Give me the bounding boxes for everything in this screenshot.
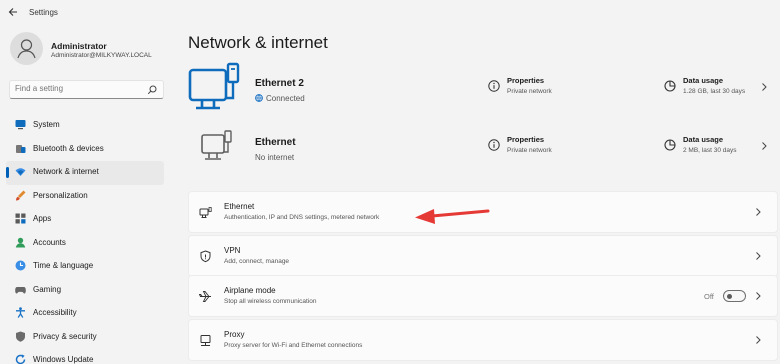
setting-airplane-mode[interactable]: Airplane mode Stop all wireless communic… [188, 275, 778, 317]
chevron-right-icon [756, 336, 761, 344]
app-title: Settings [29, 8, 58, 17]
setting-subtitle: Stop all wireless communication [224, 298, 317, 305]
ethernet-icon [199, 207, 212, 218]
sidebar-nav: System Bluetooth & devices Network & int… [6, 114, 164, 364]
back-arrow-icon[interactable] [7, 6, 19, 18]
person-icon [17, 39, 36, 59]
data-usage-sub: 2 MB, last 30 days [683, 147, 737, 154]
sidebar-item-label: Apps [33, 214, 52, 223]
update-icon [15, 354, 26, 364]
monitor-icon [15, 120, 26, 130]
sidebar-item-label: Personalization [33, 190, 88, 200]
sidebar-item-windows-update[interactable]: Windows Update [6, 349, 164, 364]
shield-icon [16, 331, 25, 342]
brush-icon [16, 190, 26, 200]
sidebar-item-time-language[interactable]: Time & language [6, 255, 164, 279]
toggle-knob [727, 293, 732, 299]
airplane-mode-toggle[interactable] [723, 290, 746, 302]
sidebar-item-label: Accessibility [33, 308, 77, 317]
ethernet-adapter-icon [201, 130, 232, 160]
sidebar-item-label: System [33, 120, 60, 129]
info-icon [488, 139, 500, 151]
avatar [10, 32, 43, 65]
chevron-right-icon [762, 83, 767, 91]
search-box[interactable] [9, 80, 164, 99]
ethernet-adapter-icon [188, 62, 240, 110]
sidebar-item-label: Privacy & security [33, 331, 97, 341]
sidebar-item-accessibility[interactable]: Accessibility [6, 302, 164, 326]
sidebar-item-bluetooth[interactable]: Bluetooth & devices [6, 138, 164, 162]
sidebar-item-network[interactable]: Network & internet [6, 161, 164, 185]
bluetooth-icon [16, 144, 26, 153]
title-bar: Settings [0, 0, 780, 26]
apps-icon [15, 213, 26, 224]
setting-title: VPN [224, 246, 241, 255]
wifi-icon [15, 168, 26, 176]
adapter-name: Ethernet 2 [255, 78, 304, 89]
properties-label: Properties [507, 135, 545, 144]
setting-title: Proxy [224, 330, 245, 339]
adapter-status: Connected [255, 94, 305, 103]
chevron-right-icon [762, 142, 767, 150]
data-usage-label: Data usage [683, 135, 724, 144]
gamepad-icon [15, 286, 26, 293]
user-name: Administrator [51, 41, 107, 51]
chevron-right-icon [756, 208, 761, 216]
sidebar-item-apps[interactable]: Apps [6, 208, 164, 232]
setting-title: Airplane mode [224, 286, 276, 295]
info-icon [488, 80, 500, 92]
person-icon [15, 237, 26, 247]
setting-vpn[interactable]: VPN Add, connect, manage [188, 235, 778, 277]
sidebar-item-privacy-security[interactable]: Privacy & security [6, 326, 164, 350]
page-title: Network & internet [188, 33, 328, 52]
vpn-shield-icon [200, 250, 211, 263]
sidebar-item-label: Time & language [33, 261, 94, 270]
adapter-status-text: Connected [266, 94, 305, 103]
properties-sub: Private network [507, 147, 552, 154]
data-usage-sub: 1.28 GB, last 30 days [683, 88, 746, 95]
sidebar-item-label: Gaming [33, 284, 62, 294]
sidebar-item-label: Bluetooth & devices [33, 143, 104, 153]
sidebar-item-gaming[interactable]: Gaming [6, 279, 164, 303]
chevron-right-icon [756, 292, 761, 300]
setting-proxy[interactable]: Proxy Proxy server for Wi-Fi and Etherne… [188, 319, 778, 361]
adapter-ethernet-2[interactable]: Ethernet 2 Connected Properties Private … [188, 62, 778, 118]
search-icon [147, 85, 157, 95]
properties-label: Properties [507, 76, 545, 85]
data-usage-icon [664, 80, 676, 92]
globe-clock-icon [15, 260, 26, 271]
airplane-icon [199, 291, 211, 302]
data-usage-label: Data usage [683, 76, 724, 85]
globe-icon [255, 94, 263, 102]
sidebar-item-accounts[interactable]: Accounts [6, 232, 164, 256]
search-input[interactable] [15, 84, 140, 93]
sidebar-item-label: Windows Update [33, 355, 94, 364]
accessibility-icon [16, 307, 25, 318]
annotation-arrow-icon [415, 209, 490, 224]
user-email: Administrator@MILKYWAY.LOCAL [51, 52, 152, 59]
toggle-state-label: Off [704, 292, 714, 301]
sidebar-item-label: Network & internet [33, 167, 99, 176]
setting-subtitle: Authentication, IP and DNS settings, met… [224, 214, 380, 221]
adapter-ethernet[interactable]: Ethernet No internet Properties Private … [188, 121, 778, 177]
data-usage-icon [664, 139, 676, 151]
sidebar-item-system[interactable]: System [6, 114, 164, 138]
sidebar-item-personalization[interactable]: Personalization [6, 185, 164, 209]
properties-sub: Private network [507, 88, 552, 95]
proxy-icon [200, 335, 211, 346]
setting-title: Ethernet [224, 202, 255, 211]
setting-subtitle: Proxy server for Wi-Fi and Ethernet conn… [224, 342, 363, 349]
chevron-right-icon [756, 252, 761, 260]
setting-subtitle: Add, connect, manage [224, 258, 290, 265]
adapter-status: No internet [255, 153, 295, 162]
adapter-name: Ethernet [255, 137, 296, 148]
sidebar-item-label: Accounts [33, 237, 66, 247]
